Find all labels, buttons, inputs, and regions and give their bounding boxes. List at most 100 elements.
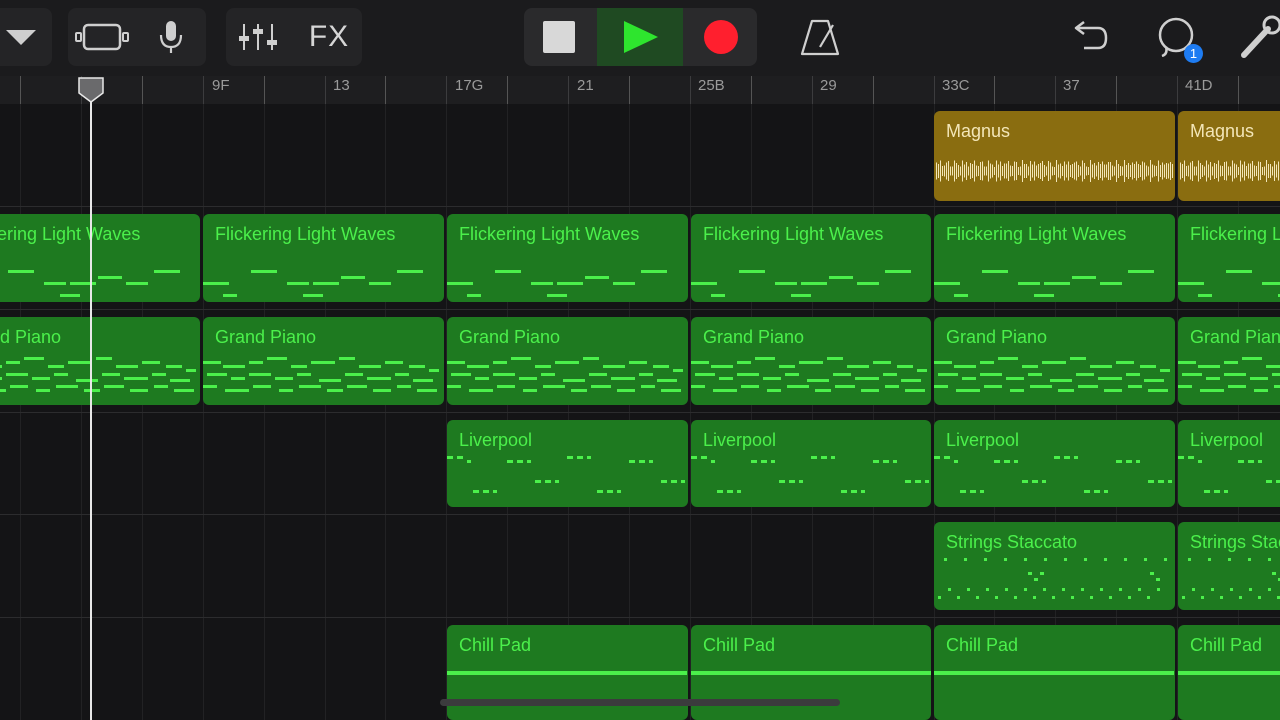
note (1028, 572, 1032, 575)
note (451, 373, 471, 376)
note (469, 389, 493, 392)
region-flickering-light-waves[interactable]: Flickering Light Waves (203, 214, 444, 302)
note (1094, 163, 1095, 179)
note (1078, 165, 1079, 177)
note (1157, 588, 1160, 591)
note (1056, 160, 1057, 182)
note (785, 373, 799, 376)
note (1188, 165, 1189, 177)
region-flickering-light-waves[interactable]: Flickering Light Waves (0, 214, 200, 302)
note (1204, 490, 1210, 493)
stop-button[interactable] (530, 8, 588, 66)
horizontal-scrollbar[interactable] (440, 699, 840, 706)
note (1106, 164, 1107, 178)
region-strings-staccato[interactable]: Strings Staccato (934, 522, 1175, 610)
note (1032, 480, 1038, 483)
note (577, 456, 583, 459)
note (617, 490, 621, 493)
fx-button[interactable]: FX (302, 8, 356, 66)
note (527, 460, 531, 463)
lane-separator (0, 617, 1280, 618)
note (1156, 578, 1160, 581)
region-grand-piano[interactable]: Grand Piano (0, 317, 200, 405)
note (1092, 164, 1093, 178)
region-grand-piano[interactable]: Grand Piano (691, 317, 931, 405)
region-liverpool[interactable]: Liverpool (934, 420, 1175, 507)
note (313, 282, 339, 285)
region-grand-piano[interactable]: Grand Piano (203, 317, 444, 405)
region-flickering-light-waves[interactable]: Flickering Light Waves (447, 214, 688, 302)
note (1274, 385, 1280, 388)
note (1156, 166, 1157, 176)
note (847, 365, 869, 368)
metronome-icon[interactable] (792, 8, 848, 66)
note (1098, 162, 1099, 180)
note (861, 490, 865, 493)
tracks-area[interactable]: Magnus Magnus Flickering Light Waves Fli… (0, 104, 1280, 720)
region-liverpool[interactable]: Liverpool (691, 420, 931, 507)
note (10, 385, 28, 388)
note (934, 361, 952, 364)
note (883, 373, 897, 376)
note (207, 373, 227, 376)
note (96, 357, 112, 360)
region-strings-staccato[interactable]: Strings Staccato (1178, 522, 1280, 610)
note (1272, 166, 1273, 176)
settings-wrench-icon[interactable] (1240, 8, 1280, 66)
note (1100, 164, 1101, 178)
region-liverpool[interactable]: Liverpool (1178, 420, 1280, 507)
note (629, 361, 647, 364)
region-grand-piano[interactable]: Grand Piano (1178, 317, 1280, 405)
note (1258, 460, 1262, 463)
note (1224, 162, 1225, 180)
record-icon (704, 20, 738, 54)
ruler-tick (264, 76, 265, 104)
note (1204, 166, 1205, 176)
ruler-tick (1116, 76, 1117, 104)
note (1228, 385, 1246, 388)
note (223, 365, 245, 368)
dropdown-arrow-icon[interactable] (0, 8, 42, 66)
note (36, 389, 50, 392)
undo-icon[interactable] (1062, 8, 1114, 66)
note (1162, 162, 1163, 180)
note (739, 270, 765, 273)
note (1004, 558, 1007, 561)
region-flickering-light-waves[interactable]: Flickering Light Waves (1178, 214, 1280, 302)
tracks-view-icon[interactable] (72, 8, 132, 66)
note (1008, 161, 1009, 181)
region-magnus[interactable]: Magnus (934, 111, 1175, 201)
note (1126, 460, 1132, 463)
note (473, 490, 479, 493)
note (541, 373, 555, 376)
note (1086, 166, 1087, 176)
note (942, 166, 943, 176)
note (1178, 385, 1192, 388)
note (1080, 166, 1081, 176)
ruler-label-33c: 33C (942, 77, 970, 94)
ruler-tick (1055, 76, 1056, 104)
region-grand-piano[interactable]: Grand Piano (934, 317, 1175, 405)
playhead-handle[interactable] (78, 77, 104, 103)
mixer-icon[interactable] (232, 8, 284, 66)
region-grand-piano[interactable]: Grand Piano (447, 317, 688, 405)
playhead[interactable] (90, 90, 92, 720)
microphone-icon[interactable] (146, 8, 196, 66)
region-magnus[interactable]: Magnus (1178, 111, 1280, 201)
note (1200, 389, 1224, 392)
stop-icon (543, 21, 575, 53)
timeline-ruler[interactable]: 5 9F 13 17G 21 25B 29 33C 37 41D (0, 76, 1280, 104)
note (1202, 165, 1203, 177)
region-flickering-light-waves[interactable]: Flickering Light Waves (691, 214, 931, 302)
region-liverpool[interactable]: Liverpool (447, 420, 688, 507)
note (980, 361, 994, 364)
note (960, 490, 966, 493)
note (1226, 161, 1227, 181)
region-chill-pad[interactable]: Chill Pad (934, 625, 1175, 720)
note (166, 365, 182, 368)
region-chill-pad[interactable]: Chill Pad (1178, 625, 1280, 720)
ruler-label-17g: 17G (455, 77, 484, 94)
note (613, 282, 635, 285)
region-flickering-light-waves[interactable]: Flickering Light Waves (934, 214, 1175, 302)
record-button[interactable] (690, 8, 752, 66)
